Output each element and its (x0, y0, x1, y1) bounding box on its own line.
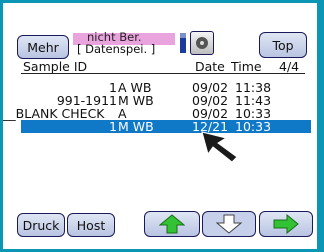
page-indicator: 4/4 (279, 59, 300, 74)
column-header-sample-id: Sample ID (23, 59, 88, 74)
host-button[interactable]: Host (67, 213, 115, 237)
top-button[interactable]: Top (259, 32, 307, 58)
scroll-down-button[interactable] (202, 211, 256, 237)
header-divider (21, 73, 305, 74)
column-header-time: Time (231, 59, 262, 74)
cell-sample-id: 1 (109, 119, 117, 134)
drive-icon[interactable] (190, 31, 214, 55)
arrow-up-icon (159, 214, 185, 234)
cf-card-icon (180, 33, 186, 53)
mehr-button[interactable]: Mehr (17, 35, 69, 59)
pointer-cursor-icon (201, 131, 238, 163)
status-indicator: nicht Ber. [ Datenspei. ] (73, 30, 179, 59)
cell-type: M WB (118, 119, 154, 134)
status-line-2: [ Datenspei. ] (77, 42, 156, 56)
next-button[interactable] (259, 211, 313, 237)
screen-frame: Mehr nicht Ber. [ Datenspei. ] Top Sampl… (0, 0, 324, 252)
cell-sample-id: __BLANK CHECK__ (3, 106, 117, 121)
arrow-right-icon (273, 214, 299, 234)
scroll-up-button[interactable] (144, 211, 200, 237)
druck-button[interactable]: Druck (17, 213, 65, 237)
arrow-down-icon (216, 214, 242, 234)
table-row-selected[interactable]: 1 M WB 12/21 10:33 (21, 120, 311, 133)
column-header-date: Date (195, 59, 225, 74)
